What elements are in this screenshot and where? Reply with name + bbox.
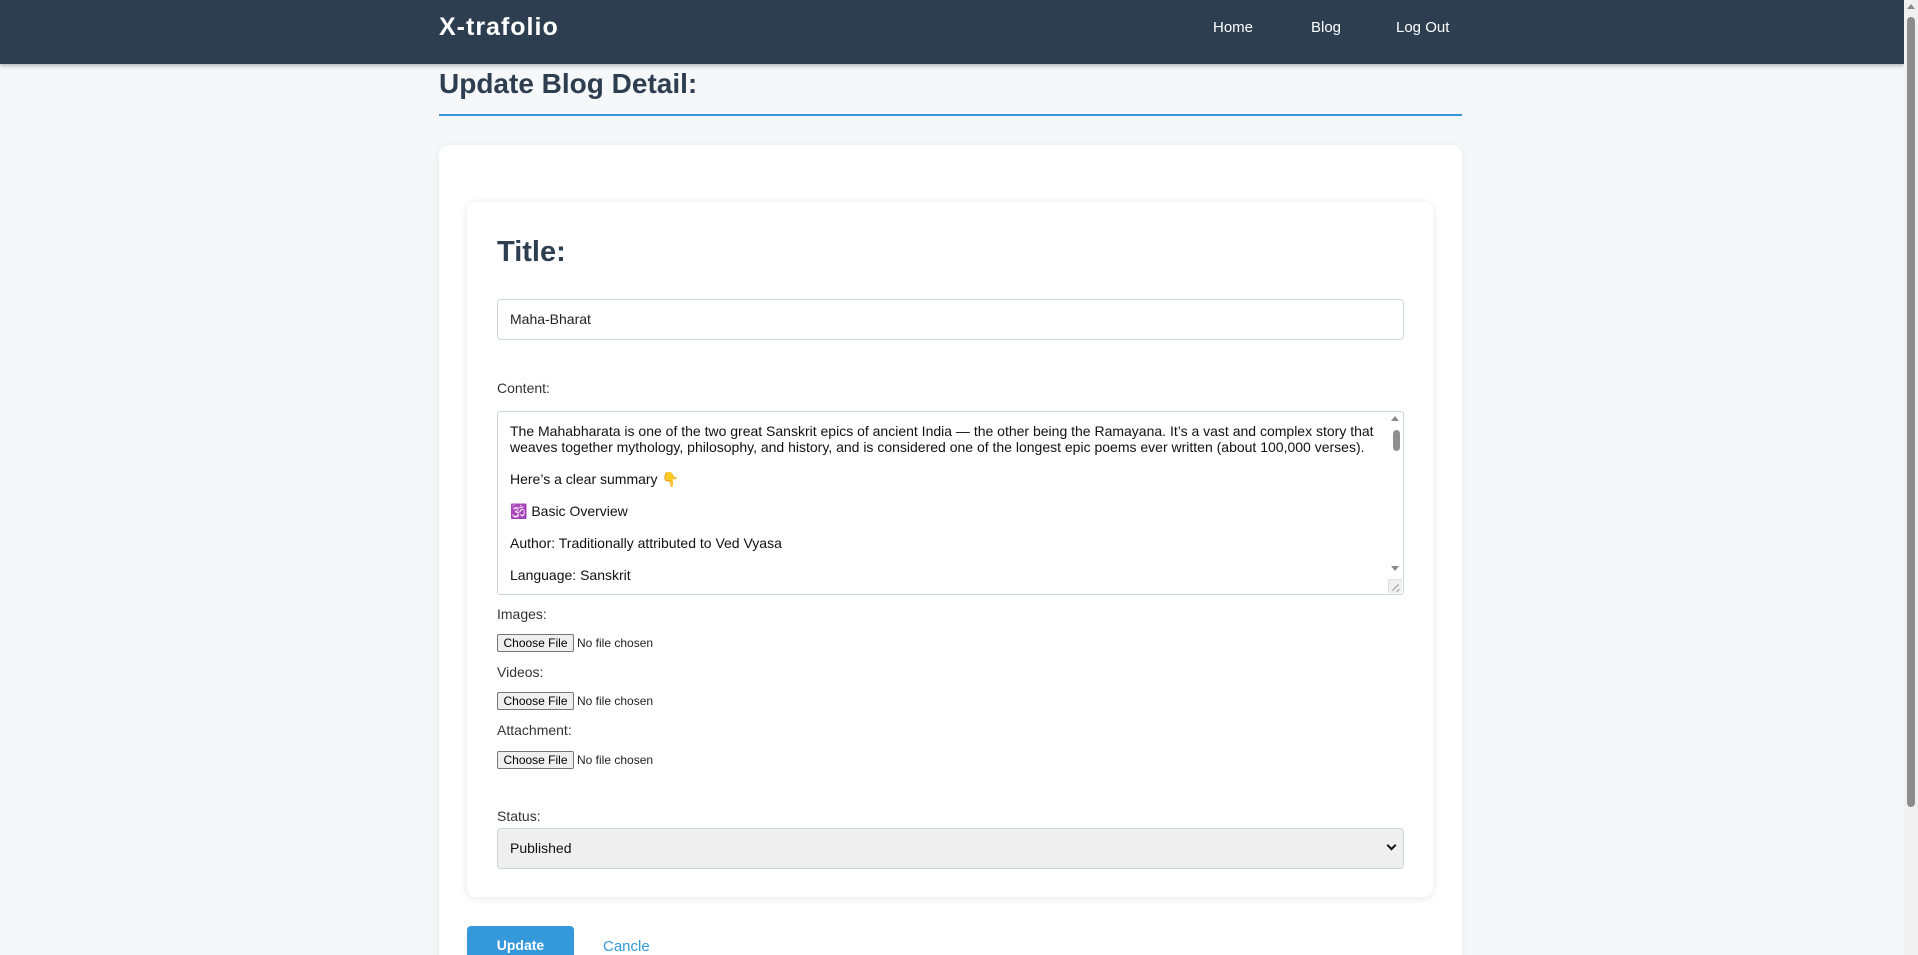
status-select[interactable]: Published xyxy=(497,828,1404,869)
title-heading: Title: xyxy=(497,236,566,268)
nav-home-link[interactable]: Home xyxy=(1213,19,1253,36)
content-textarea[interactable]: The Mahabharata is one of the two great … xyxy=(497,411,1404,595)
title-underline xyxy=(439,114,1462,116)
scroll-down-arrow-icon[interactable] xyxy=(1391,566,1399,571)
cancel-link[interactable]: Cancle xyxy=(603,938,650,955)
title-input[interactable]: Maha-Bharat xyxy=(497,299,1404,340)
status-label: Status: xyxy=(497,808,541,824)
textarea-scrollbar-thumb[interactable] xyxy=(1393,430,1400,451)
page-scrollbar[interactable] xyxy=(1904,0,1918,955)
attachment-choose-file-button[interactable]: Choose File xyxy=(497,751,574,769)
images-label: Images: xyxy=(497,606,547,622)
status-selected-value: Published xyxy=(510,840,572,856)
images-choose-file-button[interactable]: Choose File xyxy=(497,634,574,652)
attachment-label: Attachment: xyxy=(497,722,572,738)
nav-blog-link[interactable]: Blog xyxy=(1311,19,1341,36)
top-navbar: X-trafolio Home Blog Log Out xyxy=(0,0,1904,64)
chevron-down-icon xyxy=(1386,840,1397,851)
scroll-up-arrow-icon[interactable] xyxy=(1391,416,1399,421)
videos-label: Videos: xyxy=(497,664,544,680)
update-button[interactable]: Update xyxy=(467,926,574,955)
content-text: The Mahabharata is one of the two great … xyxy=(510,423,1374,583)
resize-grip-icon[interactable] xyxy=(1388,579,1402,593)
page-title: Update Blog Detail: xyxy=(439,68,698,99)
page-scrollbar-thumb[interactable] xyxy=(1907,17,1915,807)
content-label: Content: xyxy=(497,380,550,396)
images-file-status: No file chosen xyxy=(577,636,654,650)
videos-choose-file-button[interactable]: Choose File xyxy=(497,692,574,710)
brand-logo[interactable]: X-trafolio xyxy=(439,13,559,42)
page-scroll-up-icon[interactable] xyxy=(1907,4,1915,9)
videos-file-status: No file chosen xyxy=(577,694,654,708)
attachment-file-status: No file chosen xyxy=(577,753,654,767)
nav-logout-link[interactable]: Log Out xyxy=(1396,19,1449,36)
